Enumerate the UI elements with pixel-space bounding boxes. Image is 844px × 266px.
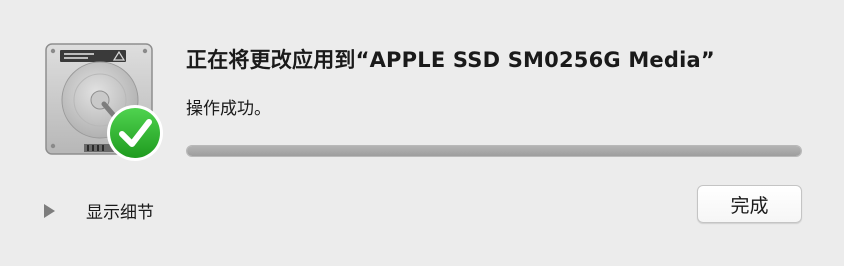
checkmark-badge-icon — [107, 105, 163, 161]
progress-bar — [186, 145, 802, 157]
disclosure-triangle-icon[interactable] — [44, 203, 55, 218]
status-message: 操作成功。 — [186, 99, 271, 119]
hard-drive-icon — [45, 43, 163, 161]
show-details-label[interactable]: 显示细节 — [86, 198, 154, 223]
progress-bar-fill — [187, 146, 801, 156]
dialog-title: 正在将更改应用到“APPLE SSD SM0256G Media” — [186, 48, 715, 72]
done-button[interactable]: 完成 — [697, 185, 802, 223]
show-details-toggle[interactable]: 显示细节 — [44, 198, 154, 223]
